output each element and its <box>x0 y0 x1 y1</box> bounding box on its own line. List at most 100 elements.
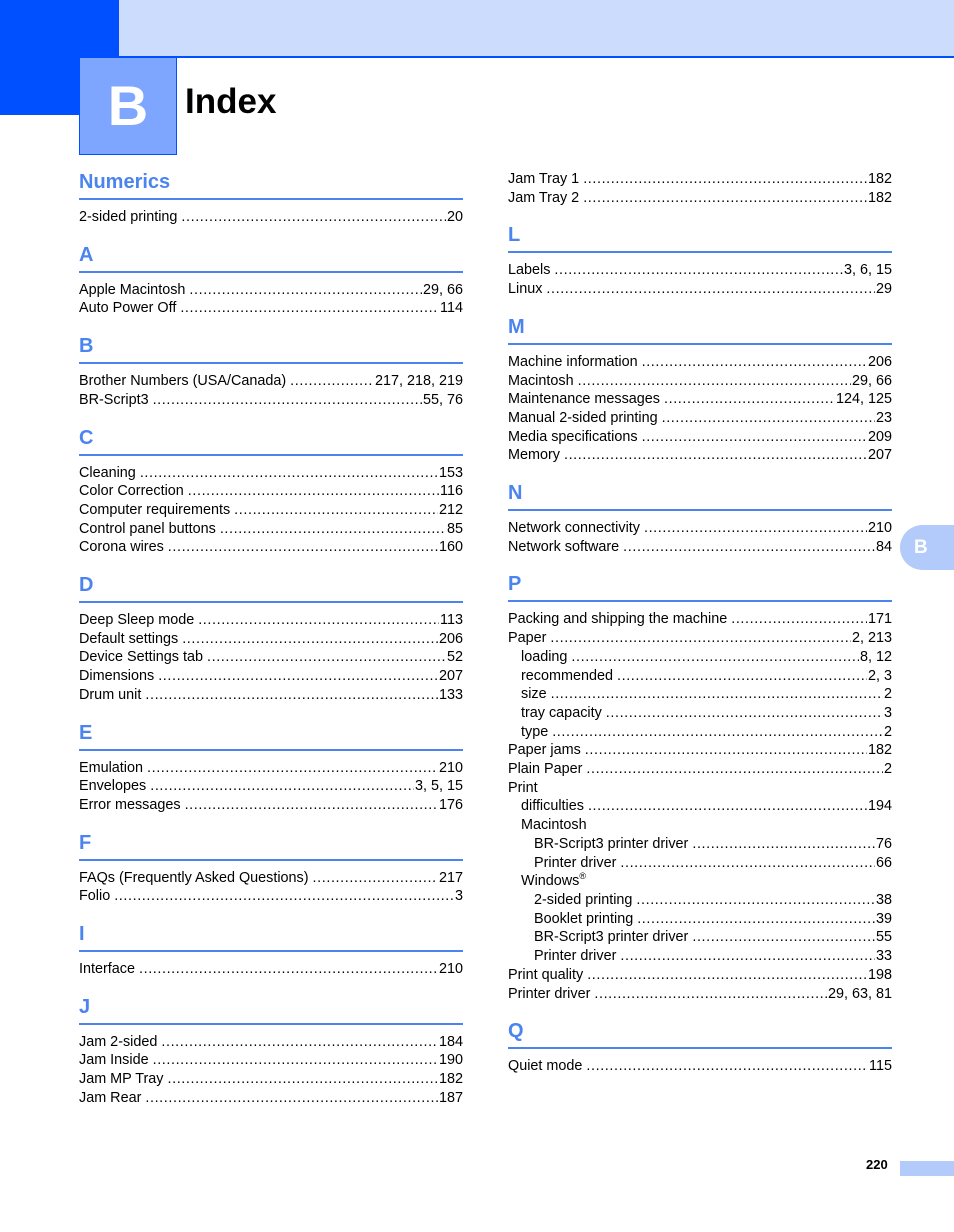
entry-pages[interactable]: 55 <box>875 928 892 947</box>
entry-pages[interactable]: 66 <box>875 854 892 873</box>
index-entry[interactable]: Print quality 198 <box>508 966 892 985</box>
entry-pages[interactable]: 116 <box>439 482 463 501</box>
entry-pages[interactable]: 84 <box>875 538 892 557</box>
entry-pages[interactable]: 217, 218, 219 <box>374 372 463 391</box>
index-entry[interactable]: Macintosh 29, 66 <box>508 372 892 391</box>
entry-pages[interactable]: 33 <box>875 947 892 966</box>
index-entry[interactable]: Paper jams 182 <box>508 741 892 760</box>
entry-pages[interactable]: 206 <box>438 630 463 649</box>
chapter-side-tab[interactable]: B <box>900 525 954 570</box>
entry-pages[interactable]: 206 <box>867 353 892 372</box>
index-entry[interactable]: Packing and shipping the machine 171 <box>508 610 892 629</box>
entry-pages[interactable]: 2 <box>883 723 892 742</box>
entry-pages[interactable]: 124, 125 <box>835 390 892 409</box>
entry-pages[interactable]: 210 <box>438 960 463 979</box>
index-entry[interactable]: Jam Tray 2 182 <box>508 189 892 208</box>
index-entry[interactable]: Plain Paper 2 <box>508 760 892 779</box>
entry-pages[interactable]: 85 <box>446 520 463 539</box>
index-entry[interactable]: Jam 2-sided 184 <box>79 1033 463 1052</box>
entry-pages[interactable]: 133 <box>438 686 463 705</box>
index-entry[interactable]: 2-sided printing 20 <box>79 208 463 227</box>
entry-pages[interactable]: 113 <box>439 611 463 630</box>
index-entry[interactable]: Color Correction 116 <box>79 482 463 501</box>
index-entry[interactable]: Media specifications 209 <box>508 428 892 447</box>
entry-pages[interactable]: 20 <box>446 208 463 227</box>
index-entry[interactable]: Auto Power Off 114 <box>79 299 463 318</box>
index-entry[interactable]: Quiet mode 115 <box>508 1057 892 1076</box>
entry-pages[interactable]: 2 <box>883 760 892 779</box>
index-entry[interactable]: Drum unit 133 <box>79 686 463 705</box>
index-entry[interactable]: Network connectivity 210 <box>508 519 892 538</box>
index-entry[interactable]: Corona wires 160 <box>79 538 463 557</box>
entry-pages[interactable]: 176 <box>438 796 463 815</box>
entry-pages[interactable]: 29, 66 <box>851 372 892 391</box>
entry-pages[interactable]: 3 <box>883 704 892 723</box>
index-entry[interactable]: Folio 3 <box>79 887 463 906</box>
entry-pages[interactable]: 194 <box>867 797 892 816</box>
entry-pages[interactable]: 52 <box>446 648 463 667</box>
index-entry[interactable]: 2-sided printing 38 <box>508 891 892 910</box>
index-entry[interactable]: BR-Script3 printer driver 55 <box>508 928 892 947</box>
entry-pages[interactable]: 2 <box>883 685 892 704</box>
index-entry[interactable]: type 2 <box>508 723 892 742</box>
entry-pages[interactable]: 2, 213 <box>851 629 892 648</box>
entry-pages[interactable]: 3 <box>454 887 463 906</box>
index-entry[interactable]: Memory 207 <box>508 446 892 465</box>
index-entry[interactable]: Cleaning 153 <box>79 464 463 483</box>
entry-pages[interactable]: 23 <box>875 409 892 428</box>
entry-pages[interactable]: 187 <box>438 1089 463 1108</box>
index-entry[interactable]: Default settings 206 <box>79 630 463 649</box>
entry-pages[interactable]: 114 <box>439 299 463 318</box>
entry-pages[interactable]: 38 <box>875 891 892 910</box>
index-entry[interactable]: Printer driver 29, 63, 81 <box>508 985 892 1004</box>
entry-pages[interactable]: 198 <box>867 966 892 985</box>
index-entry[interactable]: Jam Inside 190 <box>79 1051 463 1070</box>
index-entry[interactable]: tray capacity 3 <box>508 704 892 723</box>
index-entry[interactable]: Jam MP Tray 182 <box>79 1070 463 1089</box>
entry-pages[interactable]: 115 <box>868 1057 892 1076</box>
entry-pages[interactable]: 184 <box>438 1033 463 1052</box>
entry-pages[interactable]: 190 <box>438 1051 463 1070</box>
entry-pages[interactable]: 182 <box>867 170 892 189</box>
index-entry[interactable]: Labels 3, 6, 15 <box>508 261 892 280</box>
index-entry[interactable]: Network software 84 <box>508 538 892 557</box>
index-entry[interactable]: difficulties 194 <box>508 797 892 816</box>
entry-pages[interactable]: 171 <box>867 610 892 629</box>
entry-pages[interactable]: 29 <box>875 280 892 299</box>
index-entry[interactable]: Emulation 210 <box>79 759 463 778</box>
index-entry[interactable]: Control panel buttons 85 <box>79 520 463 539</box>
entry-pages[interactable]: 29, 63, 81 <box>827 985 892 1004</box>
index-entry[interactable]: FAQs (Frequently Asked Questions) 217 <box>79 869 463 888</box>
entry-pages[interactable]: 153 <box>438 464 463 483</box>
entry-pages[interactable]: 76 <box>875 835 892 854</box>
entry-pages[interactable]: 210 <box>867 519 892 538</box>
index-entry[interactable]: Printer driver 66 <box>508 854 892 873</box>
index-entry[interactable]: Maintenance messages 124, 125 <box>508 390 892 409</box>
entry-pages[interactable]: 39 <box>875 910 892 929</box>
index-entry[interactable]: Linux 29 <box>508 280 892 299</box>
index-entry[interactable]: BR-Script3 printer driver 76 <box>508 835 892 854</box>
entry-pages[interactable]: 29, 66 <box>422 281 463 300</box>
index-entry[interactable]: Device Settings tab 52 <box>79 648 463 667</box>
entry-pages[interactable]: 160 <box>438 538 463 557</box>
index-entry[interactable]: Interface 210 <box>79 960 463 979</box>
index-entry[interactable]: size 2 <box>508 685 892 704</box>
entry-pages[interactable]: 2, 3 <box>867 667 892 686</box>
entry-pages[interactable]: 182 <box>438 1070 463 1089</box>
index-entry[interactable]: Jam Tray 1 182 <box>508 170 892 189</box>
index-entry[interactable]: BR-Script3 55, 76 <box>79 391 463 410</box>
index-entry[interactable]: Brother Numbers (USA/Canada) 217, 218, 21… <box>79 372 463 391</box>
index-entry[interactable]: Jam Rear 187 <box>79 1089 463 1108</box>
index-entry[interactable]: Deep Sleep mode 113 <box>79 611 463 630</box>
index-entry[interactable]: Dimensions 207 <box>79 667 463 686</box>
index-entry[interactable]: loading 8, 12 <box>508 648 892 667</box>
index-entry[interactable]: Paper 2, 213 <box>508 629 892 648</box>
index-entry[interactable]: Manual 2-sided printing 23 <box>508 409 892 428</box>
entry-pages[interactable]: 207 <box>438 667 463 686</box>
index-entry[interactable]: Computer requirements 212 <box>79 501 463 520</box>
entry-pages[interactable]: 8, 12 <box>859 648 892 667</box>
entry-pages[interactable]: 207 <box>867 446 892 465</box>
entry-pages[interactable]: 217 <box>438 869 463 888</box>
index-entry[interactable]: Apple Macintosh 29, 66 <box>79 281 463 300</box>
entry-pages[interactable]: 55, 76 <box>422 391 463 410</box>
